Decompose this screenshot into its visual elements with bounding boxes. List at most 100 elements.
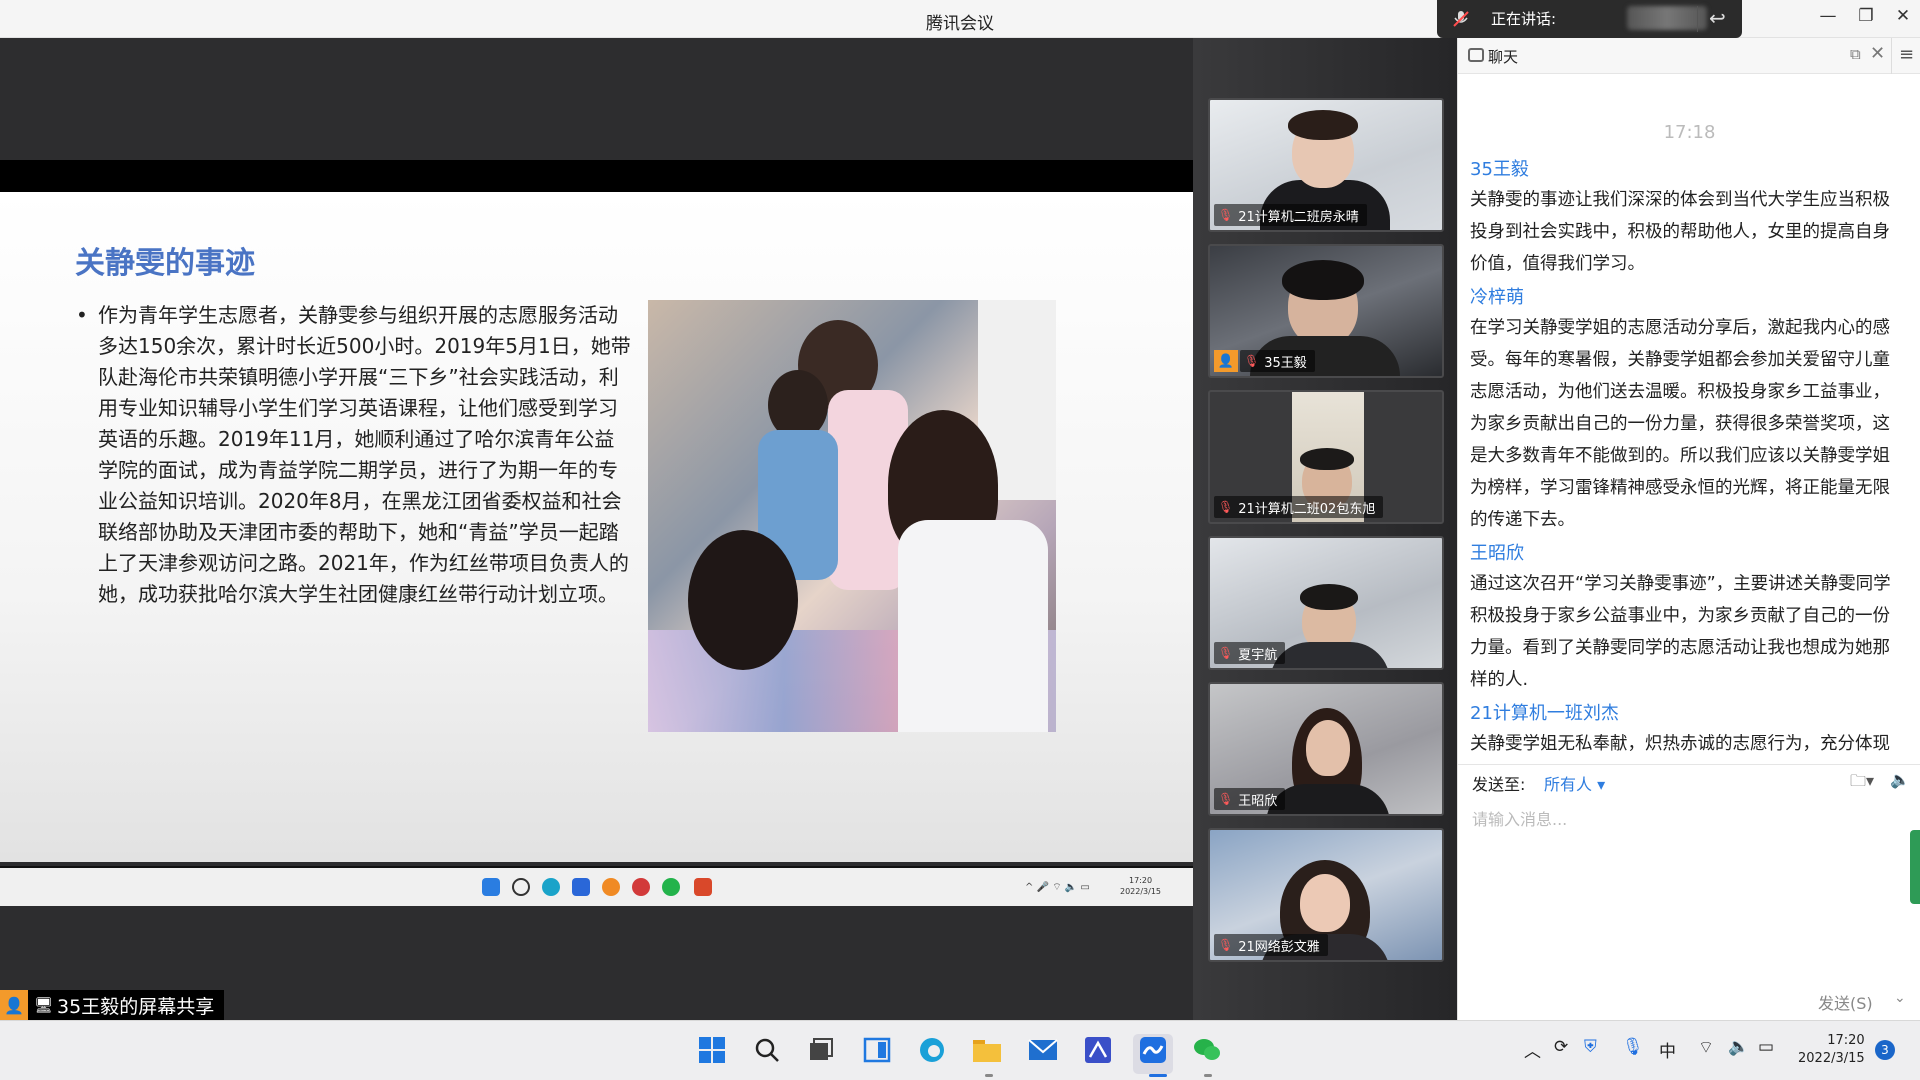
mic-muted-icon: 🎙	[1218, 500, 1234, 514]
wifi-icon[interactable]: ⌔	[1698, 1037, 1714, 1058]
app-icon	[602, 878, 620, 896]
edge-icon	[542, 878, 560, 896]
participant-name: 🎙 21网络彭文雅	[1214, 934, 1328, 956]
edge-icon[interactable]	[917, 1035, 947, 1065]
participant-name: 🎙 王昭欣	[1214, 788, 1286, 810]
task-view-icon[interactable]	[806, 1035, 836, 1065]
speaker-icon[interactable]: 🔈	[1890, 770, 1910, 789]
video-tile[interactable]: 👤 🎙 35王毅	[1208, 244, 1444, 378]
chat-title: 聊天	[1488, 48, 1519, 66]
chat-panel: 聊天 ⧉ ✕ ≡ 17:18 35王毅 关静雯的事迹让我们深深的体会到当代大学生…	[1457, 38, 1920, 1020]
menu-icon[interactable]: ≡	[1891, 38, 1920, 74]
shield-icon[interactable]: ⛨	[1584, 1037, 1597, 1057]
participant-name: 🎙 21计算机二班02包东旭	[1214, 496, 1384, 518]
slide-body-text: 作为青年学生志愿者，关静雯参与组织开展的志愿服务活动多达150余次，累计时长近5…	[98, 303, 631, 606]
slide-body: • 作为青年学生志愿者，关静雯参与组织开展的志愿服务活动多达150余次，累计时长…	[72, 300, 632, 610]
mic-muted-icon: 🎙	[1218, 938, 1234, 952]
shared-screen[interactable]: 关静雯的事迹 • 作为青年学生志愿者，关静雯参与组织开展的志愿服务活动多达150…	[0, 38, 1193, 1020]
chat-header: 聊天 ⧉ ✕ ≡	[1458, 38, 1920, 74]
user-avatar-icon: 👤	[1214, 350, 1238, 372]
restore-icon[interactable]: ❐	[1851, 6, 1881, 26]
participant-name: 🎙 夏宇航	[1214, 642, 1286, 664]
minimize-icon[interactable]: —	[1813, 6, 1843, 26]
chat-message: 35王毅 关静雯的事迹让我们深深的体会到当代大学生应当积极投身到社会实践中，积极…	[1470, 156, 1900, 280]
message-text: 通过这次召开“学习关静雯事迹”，主要讲述关静雯同学积极投身于家乡公益事业中，为家…	[1470, 574, 1891, 690]
message-input[interactable]: 请输入消息...	[1472, 806, 1567, 830]
wechat-icon	[662, 878, 680, 896]
shared-black-bar	[0, 160, 1193, 192]
mic-muted-icon: 🎙	[1218, 646, 1234, 660]
shared-top-area	[0, 38, 1193, 160]
message-sender[interactable]: 35王毅	[1470, 156, 1900, 184]
chevron-up-icon[interactable]: ︿	[1524, 1037, 1541, 1062]
message-sender[interactable]: 王昭欣	[1470, 540, 1900, 568]
message-text: 关静雯学姐无私奉献，炽热赤诚的志愿行为，充分体现了...	[1470, 734, 1890, 754]
volume-indicator	[1910, 830, 1920, 904]
chevron-down-icon[interactable]: ⌄	[1894, 990, 1906, 1006]
mic-muted-icon: 🎙	[1244, 354, 1260, 368]
send-to-bar: 发送至: 所有人 ▾ 🗀▾ 🔈	[1458, 764, 1920, 796]
sync-icon[interactable]: ⟳	[1554, 1037, 1568, 1057]
running-indicator	[1204, 1074, 1212, 1077]
mic-icon[interactable]: 🎙	[1622, 1037, 1644, 1057]
close-icon[interactable]: ✕	[1888, 6, 1918, 26]
running-indicator	[985, 1074, 993, 1077]
send-button[interactable]: 发送(S)	[1818, 990, 1873, 1014]
file-explorer-icon[interactable]	[972, 1035, 1002, 1065]
speaker-name-blurred	[1627, 6, 1707, 30]
search-icon	[512, 878, 530, 896]
tray-icons: ^ 🎤 ⌔ 🔈 ▭	[1025, 882, 1090, 893]
close-icon[interactable]: ✕	[1870, 43, 1885, 64]
chat-message: 冷梓萌 在学习关静雯学姐的志愿活动分享后，激起我内心的感受。每年的寒暑假，关静雯…	[1470, 284, 1900, 536]
video-tile[interactable]: 🎙 21网络彭文雅	[1208, 828, 1444, 962]
popout-icon[interactable]: ⧉	[1850, 45, 1861, 63]
system-clock[interactable]: 17:20 2022/3/15	[1798, 1032, 1865, 1068]
tencent-meeting-icon[interactable]	[1138, 1035, 1168, 1065]
windows-start-icon[interactable]	[697, 1035, 727, 1065]
shared-taskbar: ^ 🎤 ⌔ 🔈 ▭ 17:20 2022/3/15	[0, 866, 1193, 906]
mic-muted-icon: 🎙	[1218, 208, 1234, 222]
meeting-icon	[572, 878, 590, 896]
share-owner-text: 35王毅的屏幕共享	[57, 995, 215, 1018]
divider	[1697, 6, 1698, 32]
notification-badge[interactable]: 3	[1875, 1040, 1895, 1060]
widgets-icon[interactable]	[862, 1035, 892, 1065]
speaking-indicator[interactable]: 正在讲话: ↩	[1437, 0, 1742, 38]
shared-clock: 17:20 2022/3/15	[1120, 876, 1162, 896]
powerpoint-icon	[694, 878, 712, 896]
video-list: 🎙 21计算机二班房永晴 👤 🎙 35王毅 🎙 21计算机二班02包东旭 🎙 夏宇航 🎙…	[1193, 38, 1457, 1020]
volume-icon[interactable]: 🔈	[1728, 1037, 1749, 1057]
chat-messages[interactable]: 17:18 35王毅 关静雯的事迹让我们深深的体会到当代大学生应当积极投身到社会…	[1458, 74, 1920, 764]
battery-icon[interactable]: ▭	[1758, 1037, 1774, 1057]
send-to-dropdown[interactable]: 所有人 ▾	[1544, 771, 1605, 795]
video-tile[interactable]: 🎙 王昭欣	[1208, 682, 1444, 816]
message-sender[interactable]: 冷梓萌	[1470, 284, 1900, 312]
message-text: 在学习关静雯学姐的志愿活动分享后，激起我内心的感受。每年的寒暑假，关静雯学姐都会…	[1470, 318, 1890, 530]
message-timestamp: 17:18	[1663, 122, 1716, 143]
app-icon	[632, 878, 650, 896]
send-to-label: 发送至:	[1472, 775, 1526, 794]
video-tile[interactable]: 🎙 夏宇航	[1208, 536, 1444, 670]
search-icon[interactable]	[752, 1035, 782, 1065]
mail-icon[interactable]	[1028, 1035, 1058, 1065]
message-sender[interactable]: 21计算机一班刘杰	[1470, 700, 1900, 728]
mic-muted-icon	[1453, 11, 1469, 27]
participant-name: 🎙 35王毅	[1240, 350, 1315, 372]
video-tile[interactable]: 🎙 21计算机二班02包东旭	[1208, 390, 1444, 524]
participant-name: 🎙 21计算机二班房永晴	[1214, 204, 1367, 226]
return-icon[interactable]: ↩	[1709, 6, 1726, 30]
ime-indicator[interactable]: 中	[1659, 1037, 1676, 1062]
chat-message: 21计算机一班刘杰 关静雯学姐无私奉献，炽热赤诚的志愿行为，充分体现了...	[1470, 700, 1900, 764]
user-avatar-icon: 👤	[0, 990, 28, 1020]
start-icon	[482, 878, 500, 896]
speaking-label: 正在讲话:	[1491, 10, 1557, 28]
wechat-icon[interactable]	[1192, 1035, 1222, 1065]
app-icon[interactable]	[1083, 1035, 1113, 1065]
video-tile[interactable]: 🎙 21计算机二班房永晴	[1208, 98, 1444, 232]
title-bar: 腾讯会议 正在讲话: ↩ — ❐ ✕	[0, 0, 1920, 38]
message-text: 关静雯的事迹让我们深深的体会到当代大学生应当积极投身到社会实践中，积极的帮助他人…	[1470, 190, 1890, 274]
screen-share-label: 👤 🖥 35王毅的屏幕共享	[0, 990, 225, 1020]
slide-title: 关静雯的事迹	[75, 246, 255, 281]
folder-icon[interactable]: 🗀▾	[1850, 770, 1874, 797]
active-indicator	[1149, 1074, 1167, 1077]
